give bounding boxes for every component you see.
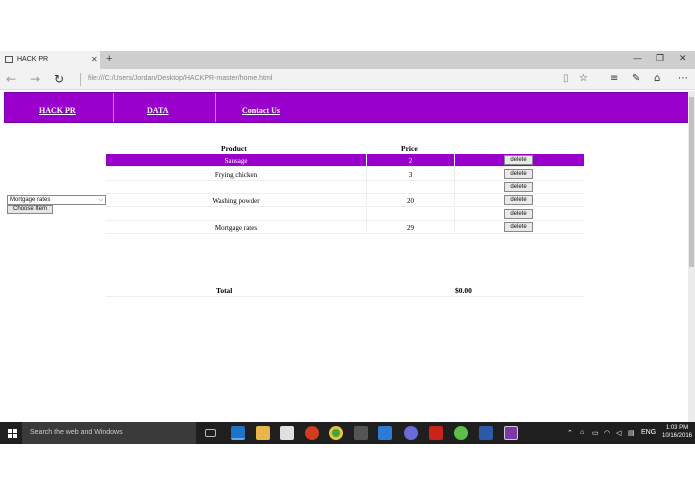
taskbar-search[interactable]: Search the web and Windows <box>22 422 196 444</box>
back-icon[interactable]: ← <box>6 72 16 86</box>
table-row: Frying chicken 3 delete <box>106 168 584 181</box>
price-cell: 3 <box>366 168 455 180</box>
nav-link-hackpr[interactable]: HACK PR <box>39 106 76 115</box>
vertical-scrollbar[interactable] <box>688 91 695 422</box>
scrollbar-thumb[interactable] <box>689 97 694 267</box>
more-icon[interactable]: ⋯ <box>678 73 688 84</box>
word-icon[interactable] <box>479 426 493 440</box>
clock-date: 10/16/2016 <box>661 433 693 439</box>
choose-item-button[interactable]: Choose Item <box>7 205 53 214</box>
battery-icon[interactable]: ▭ <box>592 429 599 437</box>
table-row: delete <box>106 208 584 221</box>
browser-tab[interactable]: HACK PR ✕ <box>0 51 100 69</box>
total-value: $0.00 <box>455 286 472 295</box>
notification-icon[interactable]: ▤ <box>628 429 635 437</box>
windows-start-icon[interactable] <box>8 429 17 438</box>
clock-time: 1:03 PM <box>665 425 689 431</box>
edge-icon[interactable] <box>231 426 245 440</box>
app-icon[interactable] <box>454 426 468 440</box>
nav-link-contact[interactable]: Contact Us <box>242 106 280 115</box>
web-note-icon[interactable]: ✎ <box>632 73 640 84</box>
total-label: Total <box>216 286 233 295</box>
chrome-icon[interactable] <box>329 426 343 440</box>
tab-title: HACK PR <box>17 56 49 63</box>
browser-titlebar: HACK PR ✕ + — ❐ ✕ <box>0 51 695 69</box>
new-tab-button[interactable]: + <box>106 53 112 65</box>
network-icon[interactable]: ⌂ <box>580 429 584 436</box>
volume-icon[interactable]: ◁ <box>616 429 621 437</box>
address-bar[interactable]: file:///C:/Users/Jordan/Desktop/HACKPR-m… <box>88 75 272 82</box>
app-icon[interactable] <box>404 426 418 440</box>
header-price: Price <box>401 144 418 153</box>
price-cell: 2 <box>366 154 455 166</box>
delete-button[interactable]: delete <box>504 182 533 192</box>
nav-divider <box>113 93 114 122</box>
delete-button[interactable]: delete <box>504 155 533 165</box>
product-cell: Mortgage rates <box>214 224 258 232</box>
price-cell: 29 <box>366 221 455 233</box>
reading-view-icon[interactable]: ▯ <box>563 73 569 84</box>
file-explorer-icon[interactable] <box>256 426 270 440</box>
refresh-icon[interactable]: ↻ <box>54 72 64 86</box>
taskbar-clock[interactable]: 1:03 PM 10/16/2016 <box>659 424 695 440</box>
acrobat-icon[interactable] <box>429 426 443 440</box>
forward-icon[interactable]: → <box>30 72 40 86</box>
site-navigation: HACK PR DATA Contact Us <box>4 92 688 123</box>
chevron-up-icon[interactable]: ⌃ <box>567 429 573 437</box>
nav-link-data[interactable]: DATA <box>147 106 168 115</box>
store-icon[interactable] <box>280 426 294 440</box>
share-icon[interactable]: ⌂ <box>654 73 660 84</box>
delete-button[interactable]: delete <box>504 209 533 219</box>
task-view-icon[interactable] <box>205 429 216 437</box>
item-select[interactable]: Mortgage rates ⌵ <box>7 195 106 205</box>
tab-close-icon[interactable]: ✕ <box>91 55 98 64</box>
restore-button[interactable]: ❐ <box>656 54 664 64</box>
nav-divider <box>215 93 216 122</box>
table-row: Mortgage rates 29 delete <box>106 221 584 234</box>
price-cell <box>366 181 455 193</box>
delete-button[interactable]: delete <box>504 222 533 232</box>
product-cell: Washing powder <box>212 197 260 205</box>
delete-button[interactable]: delete <box>504 195 533 205</box>
app-icon[interactable] <box>354 426 368 440</box>
language-indicator[interactable]: ENG <box>641 429 656 436</box>
table-row[interactable]: Sausage 2 delete <box>106 154 584 167</box>
taskbar-search-placeholder: Search the web and Windows <box>30 429 123 436</box>
windows-taskbar: Search the web and Windows ⌃ ⌂ ▭ ◠ ◁ ▤ E… <box>0 422 695 444</box>
chevron-down-icon: ⌵ <box>98 197 103 203</box>
item-select-value: Mortgage rates <box>10 197 51 203</box>
price-cell: 20 <box>366 194 455 206</box>
wifi-icon[interactable]: ◠ <box>604 429 610 437</box>
product-cell: Sausage <box>224 157 248 165</box>
favorite-star-icon[interactable]: ☆ <box>579 73 588 84</box>
browser-navbar: ← → ↻ file:///C:/Users/Jordan/Desktop/HA… <box>0 69 695 90</box>
minimize-button[interactable]: — <box>633 54 642 64</box>
delete-button[interactable]: delete <box>504 169 533 179</box>
page-icon <box>5 56 13 63</box>
close-window-button[interactable]: ✕ <box>679 54 687 64</box>
hub-icon[interactable]: ≡ <box>610 73 618 84</box>
total-row: Total $0.00 <box>106 286 584 297</box>
product-cell: Frying chicken <box>214 171 258 179</box>
app-icon[interactable] <box>305 426 319 440</box>
table-row: delete <box>106 181 584 194</box>
onenote-icon[interactable] <box>504 426 518 440</box>
header-product: Product <box>221 144 247 153</box>
address-separator <box>80 73 81 86</box>
page-viewport: HACK PR DATA Contact Us Mortgage rates ⌵… <box>0 91 688 422</box>
price-cell <box>366 208 455 220</box>
app-icon[interactable] <box>378 426 392 440</box>
table-row: Washing powder 20 delete <box>106 194 584 207</box>
